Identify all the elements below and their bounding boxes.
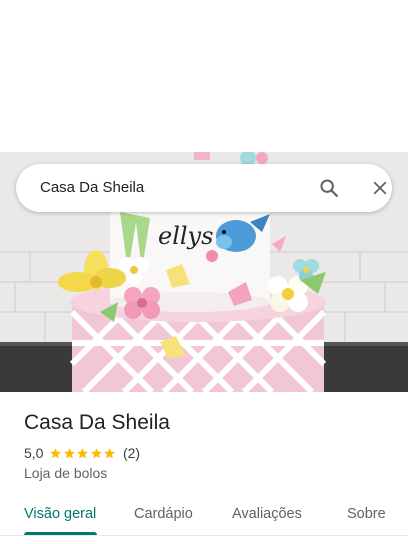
tabs-divider bbox=[0, 535, 408, 536]
tab-menu[interactable]: Cardápio bbox=[134, 505, 193, 523]
cake-lettering: ellys bbox=[158, 222, 213, 250]
star-icon bbox=[64, 447, 75, 458]
place-tabs: Visão geral Cardápio Avaliações Sobre bbox=[0, 496, 408, 544]
review-count[interactable]: (2) bbox=[123, 445, 140, 461]
map-area-blank bbox=[0, 0, 408, 152]
star-icon bbox=[50, 447, 62, 458]
tab-about[interactable]: Sobre bbox=[347, 505, 386, 523]
star-icon bbox=[91, 447, 102, 458]
clear-search-button[interactable] bbox=[366, 174, 394, 202]
tab-overview[interactable]: Visão geral bbox=[24, 505, 96, 523]
rating-stars bbox=[49, 447, 117, 460]
place-category[interactable]: Loja de bolos bbox=[24, 464, 107, 482]
place-title: Casa Da Sheila bbox=[24, 411, 170, 434]
tab-reviews[interactable]: Avaliações bbox=[232, 505, 302, 523]
search-bar[interactable]: Casa Da Sheila bbox=[16, 164, 392, 212]
search-icon bbox=[320, 179, 338, 197]
search-input[interactable]: Casa Da Sheila bbox=[40, 178, 144, 198]
star-icon bbox=[77, 447, 89, 458]
close-icon bbox=[373, 181, 387, 195]
search-button[interactable] bbox=[314, 174, 344, 202]
rating-value: 5,0 bbox=[24, 445, 44, 461]
star-icon bbox=[104, 447, 116, 458]
rating-row[interactable]: 5,0 (2) bbox=[24, 444, 140, 462]
